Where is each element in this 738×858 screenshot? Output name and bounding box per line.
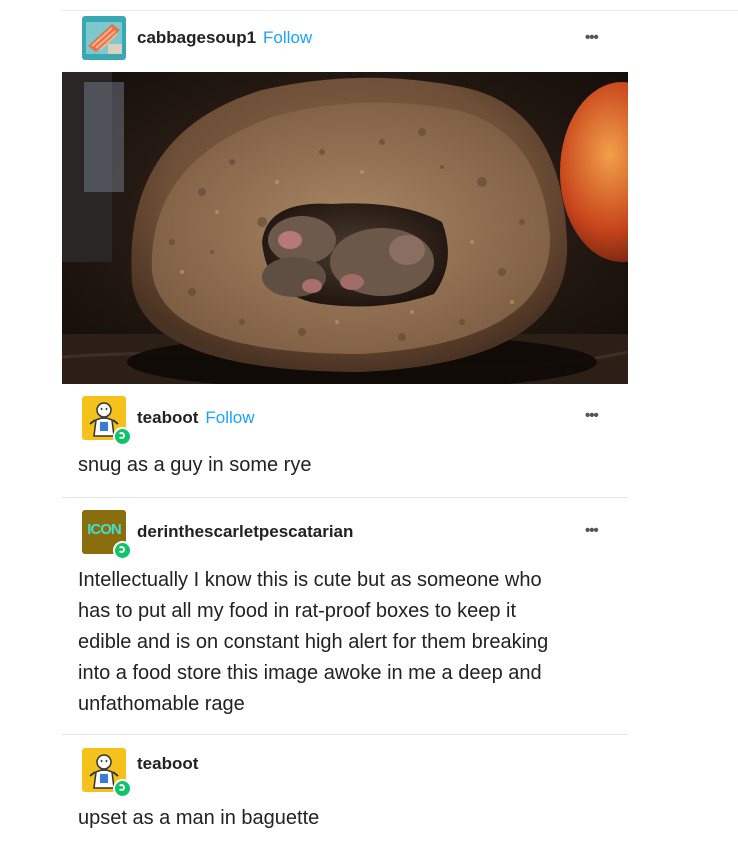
follow-button[interactable]: Follow [263, 28, 312, 48]
teaboot-avatar[interactable] [82, 748, 132, 798]
reblog-badge-icon [113, 779, 132, 798]
post-author[interactable]: cabbagesoup1 [137, 28, 256, 48]
teaboot-avatar[interactable] [82, 396, 132, 446]
reblog-badge-icon [113, 541, 132, 560]
reply-text-line: edible and is on constant high alert for… [78, 631, 549, 653]
derinthescarletpescatarian-avatar[interactable]: ICON [82, 510, 132, 560]
reply-header-teaboot: teaboot Follow [82, 396, 255, 446]
reply-divider [62, 734, 628, 735]
avatar-icon-label: ICON [87, 521, 122, 538]
reply-text-line: has to put all my food in rat-proof boxe… [78, 600, 517, 622]
reply-author[interactable]: teaboot [137, 754, 198, 774]
more-options-icon[interactable]: ••• [585, 522, 599, 539]
reply-text: Intellectually I know this is cute but a… [78, 565, 548, 720]
reply-text-line: Intellectually I know this is cute but a… [78, 569, 542, 591]
bread-with-mice-photo [62, 72, 628, 384]
more-options-icon[interactable]: ••• [585, 407, 599, 424]
reply-header-teaboot: teaboot [82, 748, 198, 798]
reply-text: snug as a guy in some rye [78, 454, 312, 476]
reply-text: upset as a man in baguette [78, 807, 320, 829]
cabbagesoup1-avatar[interactable] [82, 16, 126, 60]
reply-text-line: into a food store this image awoke in me… [78, 662, 542, 684]
reply-author[interactable]: teaboot [137, 408, 198, 428]
reply-text-line: unfathomable rage [78, 693, 245, 715]
reply-author[interactable]: derinthescarletpescatarian [137, 522, 353, 542]
reply-header-derinthescarletpescatarian: ICON derinthescarletpescatarian [82, 510, 353, 560]
top-divider [62, 10, 738, 11]
post-header: cabbagesoup1 Follow [82, 16, 312, 60]
reply-divider [62, 497, 628, 498]
reblog-badge-icon [113, 427, 132, 446]
follow-button[interactable]: Follow [205, 408, 254, 428]
more-options-icon[interactable]: ••• [585, 29, 599, 46]
